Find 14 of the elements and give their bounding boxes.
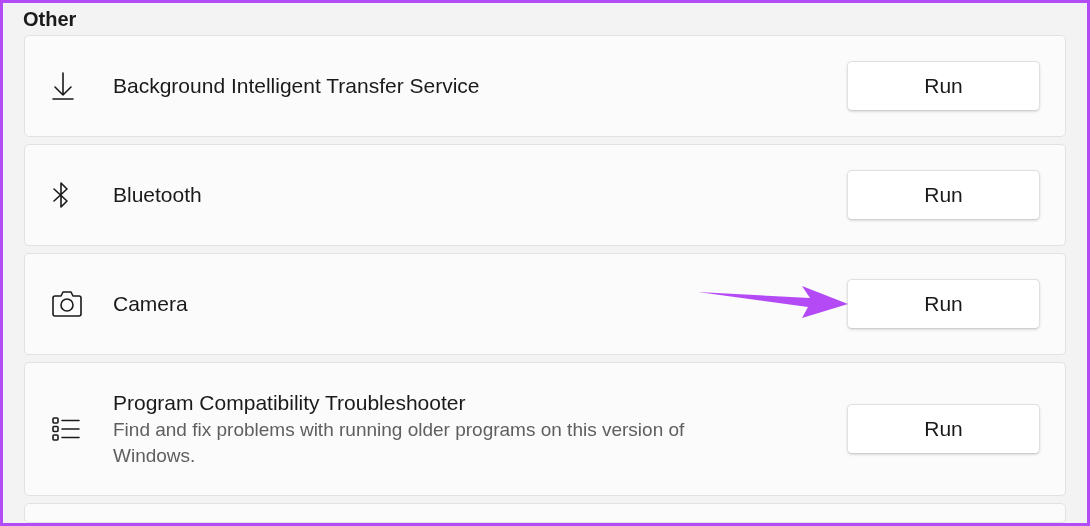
item-title: Program Compatibility Troubleshooter [113,390,466,416]
download-icon [51,71,75,101]
run-button[interactable]: Run [847,170,1040,220]
camera-icon [51,290,83,318]
run-button[interactable]: Run [847,61,1040,111]
item-description: Find and fix problems with running older programs on this version of Windows. [113,418,686,468]
list-icon [51,415,81,443]
bluetooth-icon [51,180,71,210]
run-button[interactable]: Run [847,279,1040,329]
run-button[interactable]: Run [847,404,1040,454]
item-title: Bluetooth [113,182,202,208]
section-title: Other [23,7,77,32]
item-title: Background Intelligent Transfer Service [113,73,480,99]
item-title: Camera [113,291,188,317]
